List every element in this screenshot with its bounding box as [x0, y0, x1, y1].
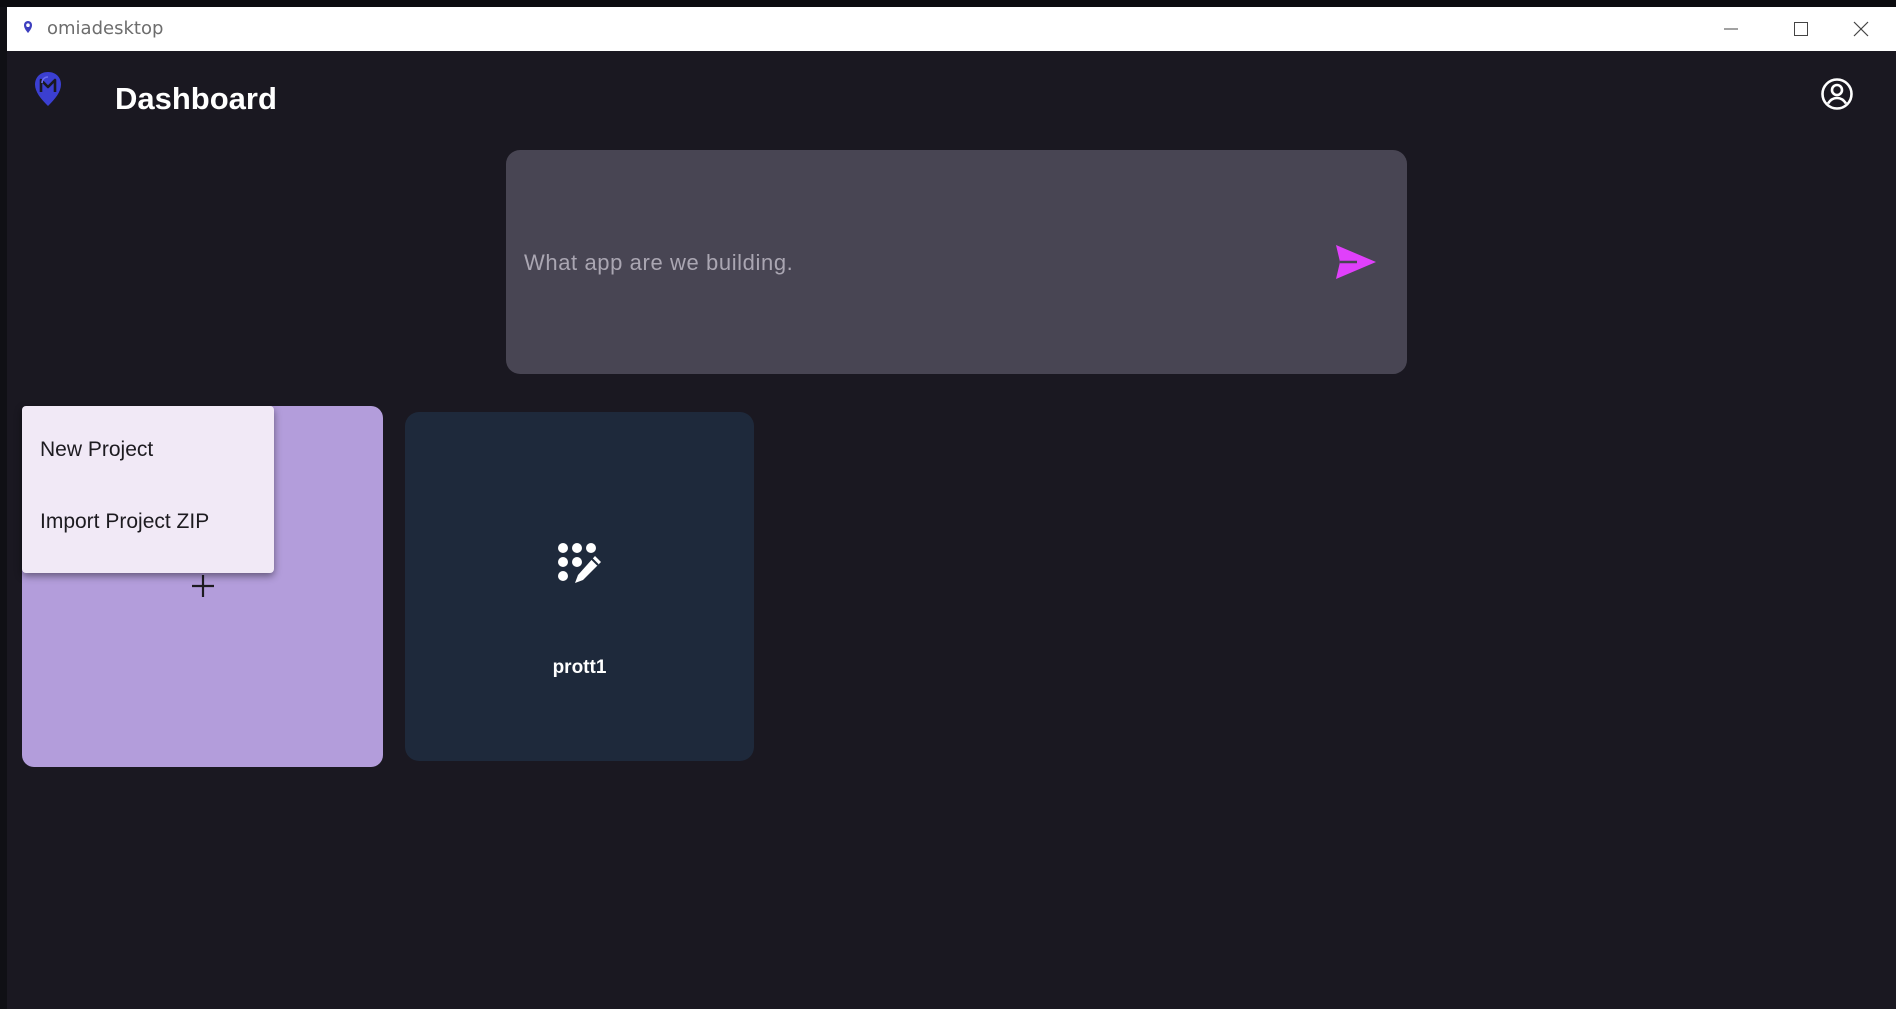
- screen: omiadesktop Dashboard What app are we bu…: [0, 0, 1896, 1009]
- close-button[interactable]: [1826, 7, 1896, 51]
- app-window: omiadesktop Dashboard What app are we bu…: [7, 7, 1896, 1009]
- project-name: prott1: [552, 657, 607, 678]
- minimize-icon: [1724, 28, 1738, 30]
- desktop-background: [0, 0, 1896, 7]
- plus-icon: [192, 575, 214, 597]
- window-title: omiadesktop: [47, 18, 164, 39]
- menu-item-new-project[interactable]: New Project: [22, 418, 274, 482]
- prompt-container: [506, 150, 1407, 374]
- desktop-edge: [0, 7, 7, 1009]
- project-card[interactable]: prott1: [405, 412, 754, 761]
- omia-small-logo-icon: [24, 21, 32, 33]
- dots-pencil-icon: [558, 543, 601, 583]
- minimize-button[interactable]: [1696, 7, 1766, 51]
- close-icon: [1853, 21, 1869, 37]
- new-project-menu: New Project Import Project ZIP: [22, 406, 274, 573]
- send-icon: [1336, 245, 1376, 279]
- send-button[interactable]: [1332, 240, 1380, 284]
- prompt-input[interactable]: [522, 240, 1306, 286]
- account-circle-icon[interactable]: [1820, 77, 1854, 111]
- omia-logo-icon[interactable]: [33, 71, 63, 107]
- page-title: Dashboard: [115, 81, 277, 116]
- maximize-icon: [1794, 22, 1808, 36]
- dashboard-view: Dashboard What app are we building. prot…: [7, 51, 1896, 1009]
- window-titlebar[interactable]: omiadesktop: [7, 7, 1896, 51]
- menu-item-import-project-zip[interactable]: Import Project ZIP: [22, 490, 274, 554]
